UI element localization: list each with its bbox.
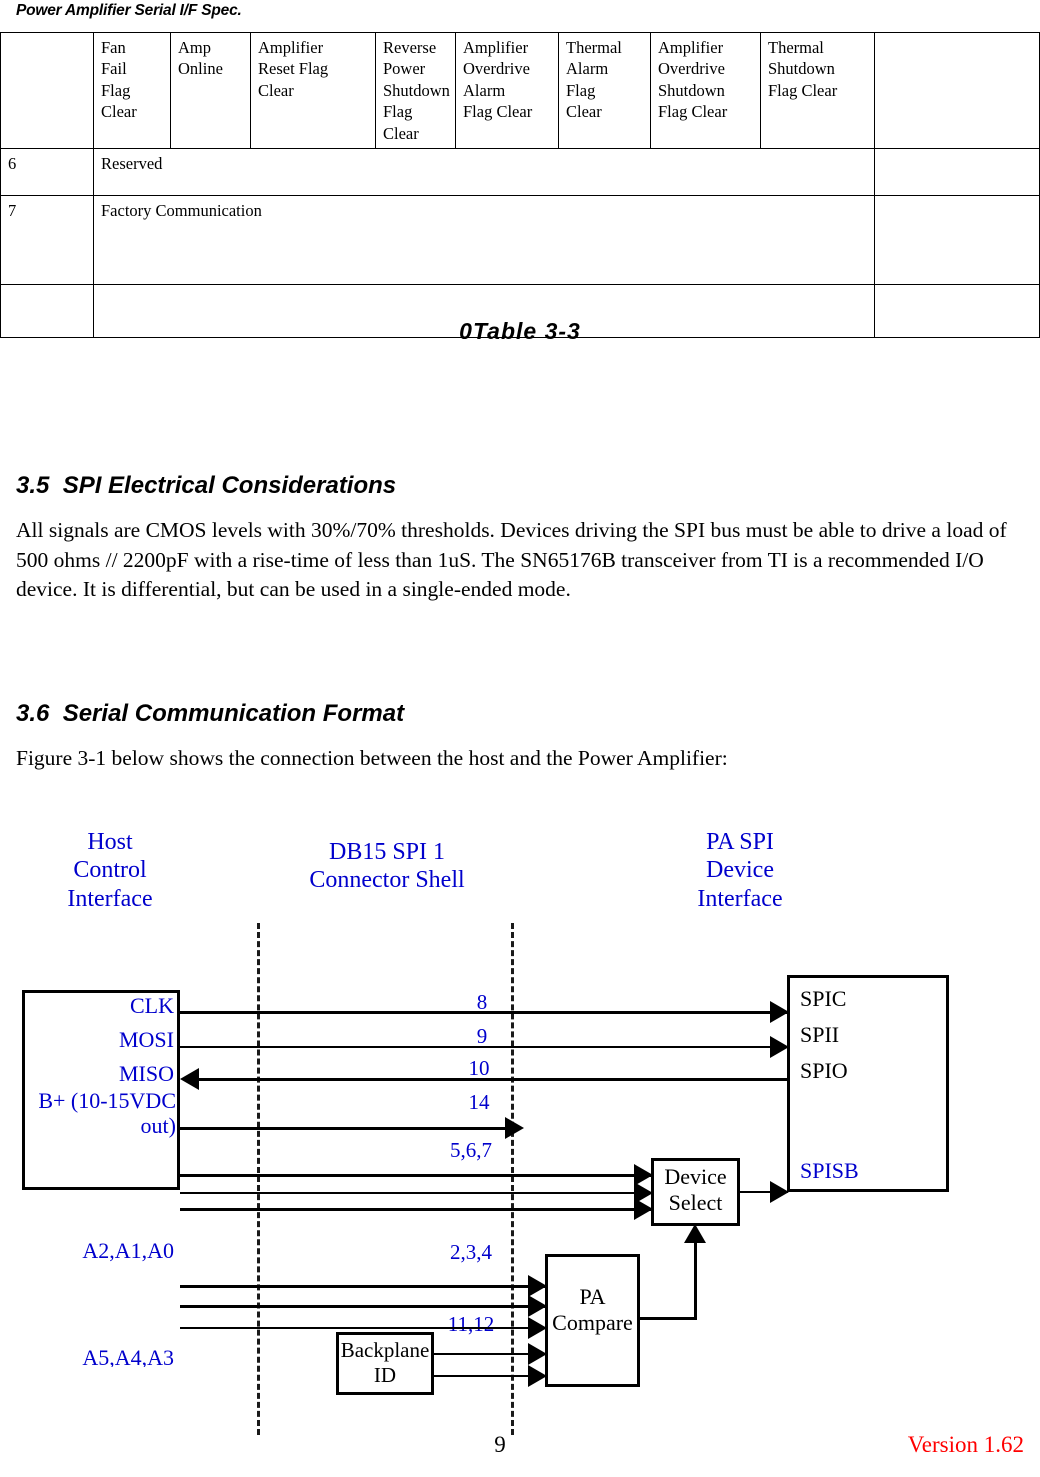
table-header-cell: Amplifier Overdrive Shutdown Flag Clear bbox=[650, 31, 761, 150]
arrowhead-miso bbox=[180, 1068, 199, 1090]
arrowhead-a4 bbox=[528, 1295, 547, 1317]
header-text: Amplifier Overdrive Shutdown Flag Clear bbox=[658, 38, 728, 122]
pa-pin-label-spisb: SPISB bbox=[800, 1158, 859, 1183]
wire-a4 bbox=[180, 1305, 545, 1308]
table-header-cell: Fan Fail Flag Clear bbox=[93, 31, 171, 150]
wire-a0 bbox=[180, 1208, 651, 1211]
table-header-row: Fan Fail Flag Clear Amp Online Amplifier Rese… bbox=[0, 31, 1040, 150]
pa-pin-label-spic: SPIC bbox=[800, 986, 847, 1011]
wire-bplus bbox=[180, 1127, 512, 1130]
arrowhead-mosi bbox=[770, 1036, 789, 1058]
pa-pin-label-spio: SPIO bbox=[800, 1058, 848, 1083]
section-body-3-6: Figure 3-1 below shows the connection be… bbox=[16, 746, 728, 770]
host-pin-label-clk: CLK bbox=[130, 993, 174, 1018]
table-cell-trailing bbox=[874, 148, 1040, 197]
host-pin-label-a5a4a3: A5,A4,A3 bbox=[82, 1345, 174, 1367]
arrowhead-a0 bbox=[634, 1198, 653, 1220]
table-header-cell bbox=[874, 31, 1040, 150]
wire-a1 bbox=[180, 1192, 651, 1194]
header-text: Fan Fail Flag Clear bbox=[101, 38, 137, 122]
figure-title-db15-connector-shell: DB15 SPI 1 Connector Shell bbox=[309, 839, 465, 894]
figure-title-host-control-interface: Host Control Interface bbox=[67, 829, 153, 912]
figure-title-pa-spi-device-interface: PA SPI Device Interface bbox=[697, 829, 783, 912]
backplane-id-label: Backplane ID bbox=[340, 1338, 430, 1387]
pin-number-11-12: 11,12 bbox=[447, 1312, 495, 1336]
table-row: 7 Factory Communication bbox=[0, 195, 1040, 286]
wire-miso bbox=[199, 1078, 788, 1081]
footer-version: Version 1.62 bbox=[907, 1432, 1024, 1457]
pa-pin-label-spii: SPII bbox=[800, 1022, 840, 1047]
table-cell-index: 7 bbox=[0, 195, 94, 286]
table-header-cell: Thermal Alarm Flag Clear bbox=[558, 31, 651, 150]
pin-number-14: 14 bbox=[468, 1090, 490, 1114]
wire-a3 bbox=[180, 1327, 545, 1329]
footer-page-number: 9 bbox=[494, 1432, 506, 1457]
arrowhead-backplane-id-2 bbox=[528, 1365, 547, 1387]
table-cell-label: Factory Communication bbox=[93, 195, 875, 286]
table-header-cell: Thermal Shutdown Flag Clear bbox=[760, 31, 875, 150]
header-text: Amplifier Overdrive Alarm Flag Clear bbox=[463, 38, 533, 122]
arrowhead-backplane-id-1 bbox=[528, 1343, 547, 1365]
device-select-label: Device Select bbox=[664, 1164, 727, 1215]
table-header-cell: Amp Online bbox=[170, 31, 251, 150]
document-page: Power Amplifier Serial I/F Spec. Fan Fail… bbox=[0, 0, 1040, 1477]
wire-pacompare-to-deviceselect-h bbox=[640, 1317, 697, 1320]
wire-a2 bbox=[180, 1174, 651, 1177]
register-bit-table: Fan Fail Flag Clear Amp Online Amplifier Rese… bbox=[0, 31, 1040, 339]
host-pin-label-bplus: B+ (10-15VDC out) bbox=[38, 1088, 176, 1139]
host-pin-label-a2a1a0: A2,A1,A0 bbox=[82, 1238, 174, 1263]
host-pin-label-mosi: MOSI bbox=[118, 1027, 174, 1052]
wire-mosi bbox=[180, 1046, 788, 1048]
section-body-3-5: All signals are CMOS levels with 30%/70%… bbox=[16, 518, 1007, 602]
host-pin-label-miso: MISO bbox=[118, 1061, 174, 1086]
table-header-cell: Amplifier Overdrive Alarm Flag Clear bbox=[455, 31, 559, 150]
header-text: Amp Online bbox=[178, 38, 223, 79]
table-cell-trailing bbox=[874, 195, 1040, 286]
table-row: 6 Reserved bbox=[0, 148, 1040, 197]
wire-pacompare-to-deviceselect-v bbox=[694, 1240, 697, 1320]
arrowhead-spisb bbox=[770, 1181, 789, 1203]
arrowhead-a5 bbox=[528, 1275, 547, 1297]
arrowhead-deviceselect-enable bbox=[684, 1224, 706, 1243]
table-cell-label: Reserved bbox=[93, 148, 875, 197]
table-header-cell bbox=[0, 31, 94, 150]
arrowhead-bplus bbox=[505, 1117, 524, 1139]
table-header-cell: Reverse Power Shutdown Flag Clear bbox=[375, 31, 456, 150]
arrowhead-a3 bbox=[528, 1317, 547, 1339]
wire-a5 bbox=[180, 1285, 545, 1288]
header-text: Thermal Shutdown Flag Clear bbox=[768, 38, 838, 100]
section-heading-3-5: 3.5 SPI Electrical Considerations bbox=[16, 472, 397, 499]
pin-number-2-3-4: 2,3,4 bbox=[450, 1240, 492, 1264]
table-header-cell: Amplifier Reset Flag Clear bbox=[250, 31, 376, 150]
wire-clk bbox=[180, 1011, 788, 1014]
header-text: Thermal Alarm Flag Clear bbox=[566, 38, 622, 122]
pin-number-5-6-7: 5,6,7 bbox=[450, 1138, 492, 1162]
section-heading-3-6: 3.6 Serial Communication Format bbox=[16, 700, 405, 727]
connector-boundary-left-dashed-line bbox=[257, 923, 260, 1435]
table-caption: 0Table 3-3 bbox=[459, 318, 581, 344]
pa-compare-label: PA Compare bbox=[552, 1284, 633, 1335]
header-text: Amplifier Reset Flag Clear bbox=[258, 38, 329, 100]
figure-3-1-spi-connection-diagram: Host Control Interface DB15 SPI 1 Connec… bbox=[0, 820, 1040, 1435]
header-text: Reverse Power Shutdown Flag Clear bbox=[383, 38, 450, 143]
table-cell-index: 6 bbox=[0, 148, 94, 197]
document-header-title: Power Amplifier Serial I/F Spec. bbox=[16, 2, 242, 19]
arrowhead-clk bbox=[770, 1001, 789, 1023]
